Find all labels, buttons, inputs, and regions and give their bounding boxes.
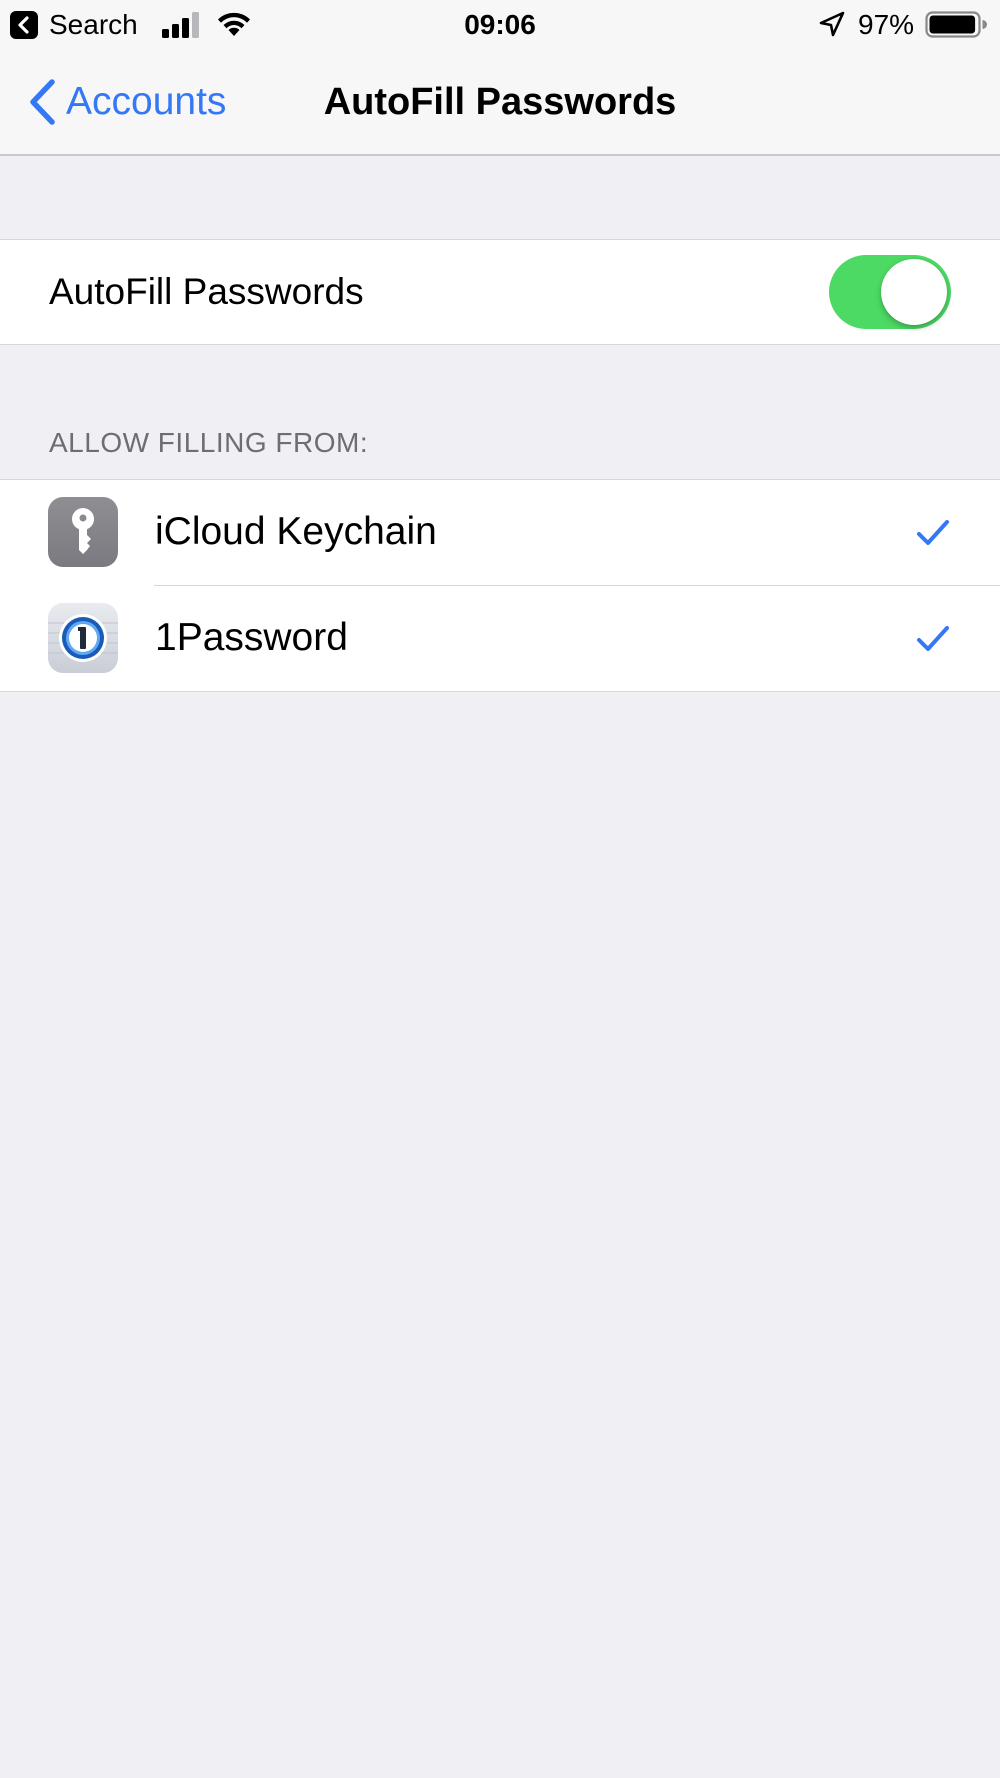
battery-icon — [925, 11, 987, 38]
location-icon — [819, 11, 845, 37]
navigation-bar: AutoFill Passwords Accounts — [0, 50, 1000, 156]
provider-label: iCloud Keychain — [155, 510, 437, 553]
checkmark-icon — [917, 626, 949, 651]
provider-row-1password[interactable]: 1Password — [0, 586, 1000, 691]
provider-list: iCloud Keychain 1Password — [0, 479, 1000, 692]
checkmark-icon — [917, 520, 949, 545]
back-button[interactable]: Accounts — [26, 76, 226, 128]
1password-icon — [48, 603, 118, 673]
status-bar: Search 09:06 97% — [0, 0, 1000, 50]
chevron-left-icon — [30, 79, 55, 125]
battery-percent: 97% — [858, 9, 915, 40]
autofill-switch[interactable] — [829, 255, 951, 329]
key-icon — [48, 497, 118, 567]
autofill-toggle-row: AutoFill Passwords — [0, 239, 1000, 345]
back-button-label[interactable]: Accounts — [66, 76, 226, 128]
provider-row-icloud-keychain[interactable]: iCloud Keychain — [0, 480, 1000, 585]
switch-knob — [881, 259, 947, 325]
section-header: ALLOW FILLING FROM: — [49, 427, 369, 458]
status-time: 09:06 — [464, 9, 536, 40]
autofill-toggle-label: AutoFill Passwords — [49, 271, 364, 312]
provider-label: 1Password — [155, 616, 348, 659]
